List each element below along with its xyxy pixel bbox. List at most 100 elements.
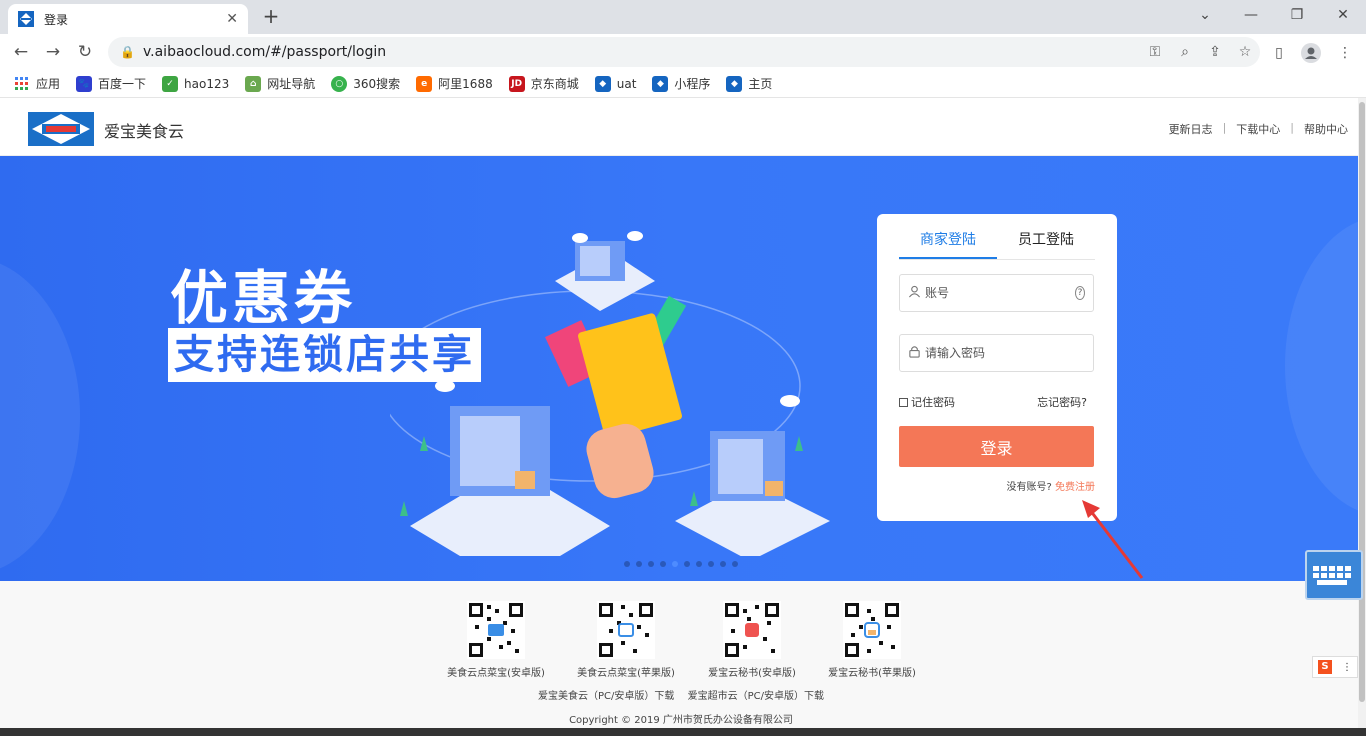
reload-icon[interactable]: ↻ <box>72 40 98 64</box>
qr-mishu-android[interactable]: 爱宝云秘书(安卓版) <box>704 601 800 679</box>
browser-tab-bar: 登录 ✕ + ⌄ — ❐ ✕ <box>0 0 1366 34</box>
free-register-link[interactable]: 免费注册 <box>1055 482 1095 493</box>
user-icon <box>908 285 921 301</box>
aibao-logo-icon[interactable] <box>28 112 94 146</box>
account-field[interactable]: ? <box>899 274 1094 312</box>
alibaba-icon: e <box>416 75 433 92</box>
bookmark-home[interactable]: ◆ 主页 <box>726 75 772 92</box>
zoom-icon[interactable]: ⌕ <box>1170 44 1200 60</box>
bookmark-miniprogram[interactable]: ◆ 小程序 <box>652 75 710 92</box>
page-viewport: 爱宝美食云 更新日志 | 下载中心 | 帮助中心 优惠券 支持连锁店共享 商家登… <box>0 98 1358 736</box>
lock-icon <box>908 345 921 361</box>
tab-merchant-login[interactable]: 商家登陆 <box>899 214 997 259</box>
qr-label: 爱宝云秘书(苹果版) <box>828 668 916 679</box>
changelog-link[interactable]: 更新日志 <box>1169 121 1213 137</box>
bookmark-star-icon[interactable]: ☆ <box>1230 44 1260 60</box>
carousel-dot[interactable] <box>648 561 654 567</box>
address-bar-row: ← → ↻ 🔒 v.aibaocloud.com/#/passport/logi… <box>0 34 1366 70</box>
help-question-icon[interactable]: ? <box>1075 286 1085 300</box>
minimize-button[interactable]: — <box>1228 0 1274 30</box>
bookmark-baidu[interactable]: 🐾 百度一下 <box>76 75 146 92</box>
bookmark-1688[interactable]: e 阿里1688 <box>416 75 493 92</box>
link-separator: | <box>1290 121 1294 134</box>
apps-grid-icon <box>15 76 28 90</box>
url-text[interactable]: v.aibaocloud.com/#/passport/login <box>143 44 1140 60</box>
carousel-dot[interactable] <box>660 561 666 567</box>
carousel-dot[interactable] <box>624 561 630 567</box>
qr-dianzai-ios[interactable]: 美食云点菜宝(苹果版) <box>574 601 678 679</box>
key-icon[interactable]: ⚿ <box>1140 44 1170 60</box>
jd-icon: JD <box>508 75 525 92</box>
new-tab-button[interactable]: + <box>258 4 284 30</box>
scrollbar-thumb[interactable] <box>1359 102 1365 702</box>
register-prompt: 没有账号? 免费注册 <box>1007 478 1096 493</box>
carousel-dot-active[interactable] <box>672 561 678 567</box>
url-omnibox[interactable]: 🔒 v.aibaocloud.com/#/passport/login ⚿ ⌕ … <box>108 37 1260 67</box>
remember-password[interactable]: 记住密码 <box>899 394 955 410</box>
qr-mishu-ios[interactable]: 爱宝云秘书(苹果版) <box>824 601 920 679</box>
password-field[interactable] <box>899 334 1094 372</box>
qr-label: 美食云点菜宝(苹果版) <box>577 668 675 679</box>
carousel-dot[interactable] <box>696 561 702 567</box>
profile-avatar-icon[interactable] <box>1300 42 1322 64</box>
login-card: 商家登陆 员工登陆 ? 记住密码 忘记密码? 登录 <box>877 214 1117 521</box>
carousel-dot[interactable] <box>732 561 738 567</box>
remember-checkbox[interactable] <box>899 397 908 407</box>
brand-name: 爱宝美食云 <box>104 122 185 141</box>
account-input[interactable] <box>925 286 1075 300</box>
browser-tab[interactable]: 登录 ✕ <box>8 4 248 34</box>
site-footer: 美食云点菜宝(安卓版) 美食云点菜宝(苹果版) 爱宝云秘书(安卓版) 爱宝云秘书… <box>0 581 1358 736</box>
bookmark-hao123[interactable]: ✓ hao123 <box>162 75 229 92</box>
hero-banner[interactable]: 优惠券 支持连锁店共享 商家登陆 员工登陆 账号 ? 记住密码 忘记密码? 登录… <box>0 156 1358 581</box>
forward-arrow-icon[interactable]: → <box>40 40 66 64</box>
carousel-dot[interactable] <box>720 561 726 567</box>
bookmark-apps[interactable]: 应用 <box>14 75 60 92</box>
top-links: 更新日志 | 下载中心 | 帮助中心 <box>1169 121 1348 137</box>
remember-label: 记住密码 <box>911 396 955 409</box>
carousel-dot[interactable] <box>684 561 690 567</box>
no-account-text: 没有账号? <box>1006 482 1052 493</box>
qr-code-icon <box>843 601 901 659</box>
download-center-link[interactable]: 下载中心 <box>1236 121 1280 137</box>
site-header: 爱宝美食云 更新日志 | 下载中心 | 帮助中心 <box>0 98 1358 156</box>
copyright: Copyright © 2019 广州市贺氏办公设备有限公司 <box>569 715 793 726</box>
ime-toolbar[interactable]: S ⋮ <box>1312 656 1358 678</box>
close-tab-icon[interactable]: ✕ <box>226 11 238 27</box>
tab-staff-login[interactable]: 员工登陆 <box>997 214 1095 259</box>
aibao-logo-icon: ◆ <box>652 75 669 92</box>
tab-search-icon[interactable]: ⌄ <box>1182 0 1228 30</box>
download-links[interactable]: 爱宝美食云（PC/安卓版）下载 爱宝超市云（PC/安卓版）下载 <box>0 687 1358 702</box>
os-taskbar <box>0 728 1366 736</box>
side-panel-icon[interactable]: ▯ <box>1268 42 1290 64</box>
bookmark-360[interactable]: ○ 360搜索 <box>331 75 400 92</box>
bookmark-nav[interactable]: ⌂ 网址导航 <box>245 75 315 92</box>
bookmark-uat[interactable]: ◆ uat <box>594 75 636 92</box>
bookmark-jd[interactable]: JD 京东商城 <box>508 75 579 92</box>
aibao-favicon-icon <box>18 11 34 27</box>
page-scrollbar[interactable] <box>1358 98 1366 736</box>
bookmarks-bar: 应用 🐾 百度一下 ✓ hao123 ⌂ 网址导航 ○ 360搜索 e 阿里16… <box>0 70 1366 98</box>
login-button[interactable]: 登录 <box>899 426 1094 467</box>
qr-code-icon <box>723 601 781 659</box>
qr-label: 爱宝云秘书(安卓版) <box>708 668 796 679</box>
menu-kebab-icon[interactable]: ⋮ <box>1334 42 1356 64</box>
close-window-button[interactable]: ✕ <box>1320 0 1366 30</box>
login-tabs: 商家登陆 员工登陆 <box>899 214 1095 260</box>
password-input[interactable] <box>925 346 1085 360</box>
carousel-dot[interactable] <box>636 561 642 567</box>
virtual-keyboard-icon[interactable] <box>1305 550 1363 600</box>
back-arrow-icon[interactable]: ← <box>8 40 34 64</box>
hero-headline: 优惠券 <box>170 264 357 332</box>
ime-menu-icon[interactable]: ⋮ <box>1342 662 1352 673</box>
share-icon[interactable]: ⇪ <box>1200 44 1230 60</box>
restore-button[interactable]: ❐ <box>1274 0 1320 30</box>
hao123-icon: ✓ <box>162 75 179 92</box>
carousel-dot[interactable] <box>708 561 714 567</box>
help-center-link[interactable]: 帮助中心 <box>1304 121 1348 137</box>
sogou-ime-icon[interactable]: S <box>1318 660 1332 674</box>
coupon-illustration <box>390 231 830 556</box>
qr-dianzai-android[interactable]: 美食云点菜宝(安卓版) <box>444 601 548 679</box>
home-nav-icon: ⌂ <box>245 75 262 92</box>
forgot-password-link[interactable]: 忘记密码? <box>1037 394 1087 410</box>
lock-icon[interactable]: 🔒 <box>120 45 135 59</box>
